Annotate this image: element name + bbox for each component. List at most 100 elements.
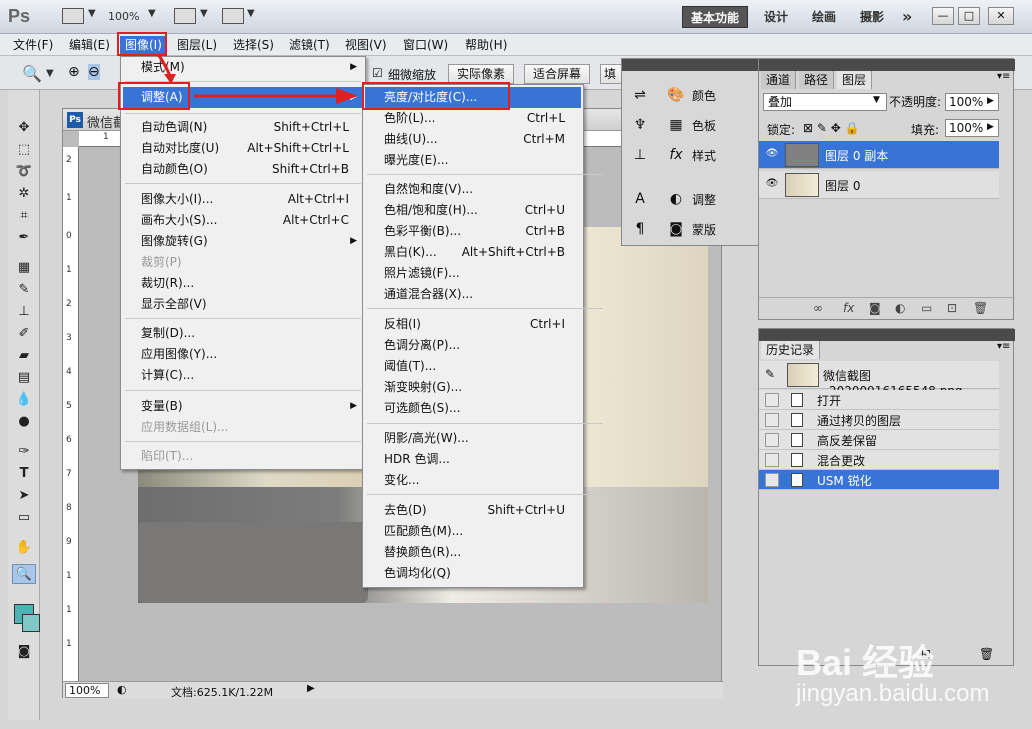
panel-dock-header[interactable]: [622, 59, 760, 71]
hand-tool-icon[interactable]: ✋: [12, 538, 36, 558]
history-row[interactable]: 高反差保留: [759, 430, 999, 450]
menu-item-gradient-map[interactable]: 渐变映射(G)...: [365, 377, 581, 398]
eyedropper-tool-icon[interactable]: ✒: [12, 228, 36, 248]
zoom-tool-icon[interactable]: 🔍: [12, 564, 36, 584]
menu-item-black-white[interactable]: 黑白(K)... Alt+Shift+Ctrl+B: [365, 242, 581, 263]
menu-item-reveal-all[interactable]: 显示全部(V): [123, 294, 363, 315]
stamp-tool-icon[interactable]: ⊥: [12, 302, 36, 322]
history-checkbox[interactable]: [765, 433, 779, 447]
menu-item-hue-saturation[interactable]: 色相/饱和度(H)... Ctrl+U: [365, 200, 581, 221]
blur-tool-icon[interactable]: 💧: [12, 390, 36, 410]
marquee-tool-icon[interactable]: ⬚: [12, 140, 36, 160]
history-brush-tool-icon[interactable]: ✐: [12, 324, 36, 344]
menu-item-calculations[interactable]: 计算(C)...: [123, 365, 363, 386]
menu-item-match-color[interactable]: 匹配颜色(M)...: [365, 521, 581, 542]
status-menu-arrow-icon[interactable]: ▶: [307, 683, 315, 694]
move-tool-icon[interactable]: ✥: [12, 118, 36, 138]
history-snapshot[interactable]: ✎ 微信截图_20200916165548.png: [759, 361, 999, 398]
close-button[interactable]: ✕: [988, 7, 1014, 25]
pen-tool-icon[interactable]: ✑: [12, 442, 36, 462]
path-select-tool-icon[interactable]: ➤: [12, 486, 36, 506]
new-group-icon[interactable]: ▭: [921, 301, 932, 315]
trash-icon[interactable]: 🗑: [979, 647, 994, 661]
add-mask-icon[interactable]: ◙: [869, 301, 881, 315]
status-icon[interactable]: ◐: [117, 683, 127, 696]
lasso-tool-icon[interactable]: ➰: [12, 162, 36, 182]
minimize-button[interactable]: —: [932, 7, 954, 25]
menu-item-levels[interactable]: 色阶(L)... Ctrl+L: [365, 108, 581, 129]
workspace-design-button[interactable]: 设计: [756, 6, 796, 28]
chevron-down-icon[interactable]: ▼: [247, 8, 255, 19]
menu-item-apply-image[interactable]: 应用图像(Y)...: [123, 344, 363, 365]
zoom-in-icon[interactable]: ⊕: [68, 64, 80, 80]
launch-bridge-icon[interactable]: [62, 8, 84, 24]
visibility-eye-icon[interactable]: 👁: [765, 148, 779, 162]
tab-history[interactable]: 历史记录: [761, 341, 821, 359]
zoom-tool-icon[interactable]: 🔍: [22, 64, 42, 83]
dock-styles[interactable]: 样式: [692, 145, 716, 167]
opacity-arrow-icon[interactable]: ▶: [987, 96, 994, 106]
history-row[interactable]: 通过拷贝的图层: [759, 410, 999, 430]
history-row[interactable]: 混合更改: [759, 450, 999, 470]
fit-screen-button[interactable]: 适合屏幕: [524, 64, 591, 84]
menu-item-desaturate[interactable]: 去色(D) Shift+Ctrl+U: [365, 500, 581, 521]
chevron-down-icon[interactable]: ▼: [200, 8, 208, 19]
history-checkbox[interactable]: [765, 393, 779, 407]
channel-mixer-icon[interactable]: ⇌: [630, 85, 650, 105]
menu-item-exposure[interactable]: 曝光度(E)...: [365, 150, 581, 171]
menu-help[interactable]: 帮助(H): [460, 36, 512, 54]
menu-file[interactable]: 文件(F): [8, 36, 58, 54]
panel-menu-icon[interactable]: ▾≡: [997, 341, 1010, 352]
menu-item-channel-mixer[interactable]: 通道混合器(X)...: [365, 284, 581, 305]
menu-item-invert[interactable]: 反相(I) Ctrl+I: [365, 314, 581, 335]
layer-row[interactable]: 👁 图层 0 副本: [759, 141, 999, 169]
dock-swatches[interactable]: 色板: [692, 115, 716, 137]
menu-item-vibrance[interactable]: 自然饱和度(V)...: [365, 179, 581, 200]
menu-item-photo-filter[interactable]: 照片滤镜(F)...: [365, 263, 581, 284]
zoom-level-select[interactable]: 100%: [108, 10, 139, 23]
puppet-icon[interactable]: ♆: [630, 115, 650, 135]
history-row[interactable]: 打开: [759, 390, 999, 410]
more-workspaces-button[interactable]: »: [894, 6, 920, 28]
tab-channels[interactable]: 通道: [761, 71, 797, 89]
fill-screen-button[interactable]: 填: [600, 64, 622, 84]
history-checkbox[interactable]: [765, 413, 779, 427]
background-color-swatch[interactable]: [22, 614, 40, 632]
panel-header[interactable]: [759, 59, 1015, 71]
brush-tool-icon[interactable]: ✎: [12, 280, 36, 300]
status-zoom-field[interactable]: 100%: [65, 683, 109, 698]
maximize-button[interactable]: □: [958, 7, 980, 25]
chevron-down-icon[interactable]: ▼: [148, 8, 156, 19]
dock-masks[interactable]: 蒙版: [692, 219, 716, 241]
menu-item-posterize[interactable]: 色调分离(P)...: [365, 335, 581, 356]
menu-item-color-balance[interactable]: 色彩平衡(B)... Ctrl+B: [365, 221, 581, 242]
workspace-basic-button[interactable]: 基本功能: [682, 6, 749, 28]
healing-tool-icon[interactable]: ▦: [12, 258, 36, 278]
menu-edit[interactable]: 编辑(E): [64, 36, 115, 54]
dock-adjustments[interactable]: 调整: [692, 189, 716, 211]
visibility-eye-icon[interactable]: 👁: [765, 178, 779, 192]
panel-menu-icon[interactable]: ▾≡: [997, 71, 1010, 82]
menu-item-shadows-highlights[interactable]: 阴影/高光(W)...: [365, 428, 581, 449]
panel-header[interactable]: [759, 329, 1015, 341]
character-icon[interactable]: A: [630, 189, 650, 209]
menu-item-hdr-toning[interactable]: HDR 色调...: [365, 449, 581, 470]
menu-item-curves[interactable]: 曲线(U)... Ctrl+M: [365, 129, 581, 150]
type-tool-icon[interactable]: T: [12, 464, 36, 484]
menu-item-image-size[interactable]: 图像大小(I)... Alt+Ctrl+I: [123, 189, 363, 210]
menu-window[interactable]: 窗口(W): [398, 36, 453, 54]
trash-icon[interactable]: 🗑: [973, 301, 988, 315]
menu-item-auto-tone[interactable]: 自动色调(N) Shift+Ctrl+L: [123, 117, 363, 138]
menu-item-rotation[interactable]: 图像旋转(G) ▶: [123, 231, 363, 252]
lock-icons[interactable]: ⊠ ✎ ✥ 🔒: [803, 121, 860, 135]
chevron-down-icon[interactable]: ▼: [88, 8, 96, 19]
arrange-documents-icon[interactable]: [174, 8, 196, 24]
menu-item-canvas-size[interactable]: 画布大小(S)... Alt+Ctrl+C: [123, 210, 363, 231]
menu-item-auto-color[interactable]: 自动颜色(O) Shift+Ctrl+B: [123, 159, 363, 180]
blend-mode-select[interactable]: 叠加: [763, 93, 887, 111]
zoom-out-icon[interactable]: ⊖: [88, 64, 100, 80]
eraser-tool-icon[interactable]: ▰: [12, 346, 36, 366]
fill-arrow-icon[interactable]: ▶: [987, 122, 994, 132]
workspace-photo-button[interactable]: 摄影: [852, 6, 892, 28]
gradient-tool-icon[interactable]: ▤: [12, 368, 36, 388]
